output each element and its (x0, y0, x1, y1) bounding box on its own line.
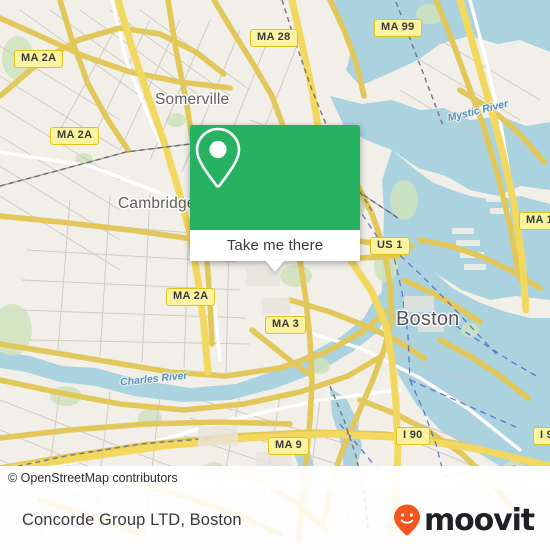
map-pin-icon (195, 127, 241, 188)
moovit-wordmark: moovit (423, 502, 535, 538)
location-popup-card[interactable]: Take me there (190, 125, 360, 272)
moovit-smiley-pin-icon (393, 504, 420, 536)
attribution-text: © OpenStreetMap contributors (8, 471, 178, 485)
place-title: Concorde Group LTD, Boston (22, 510, 242, 529)
map-attribution: © OpenStreetMap contributors (0, 466, 550, 490)
popup-action-label: Take me there (226, 237, 324, 254)
moovit-logo[interactable]: moovit (392, 502, 535, 538)
popup-header (190, 125, 360, 230)
popup-tail (266, 261, 284, 272)
popup-action-bar[interactable]: Take me there (190, 230, 360, 261)
map-screenshot: Somerville Cambridge Boston Mystic River… (0, 0, 550, 550)
map-canvas[interactable]: Somerville Cambridge Boston Mystic River… (0, 0, 550, 550)
footer-bar: Concorde Group LTD, Boston moovit (0, 490, 550, 550)
